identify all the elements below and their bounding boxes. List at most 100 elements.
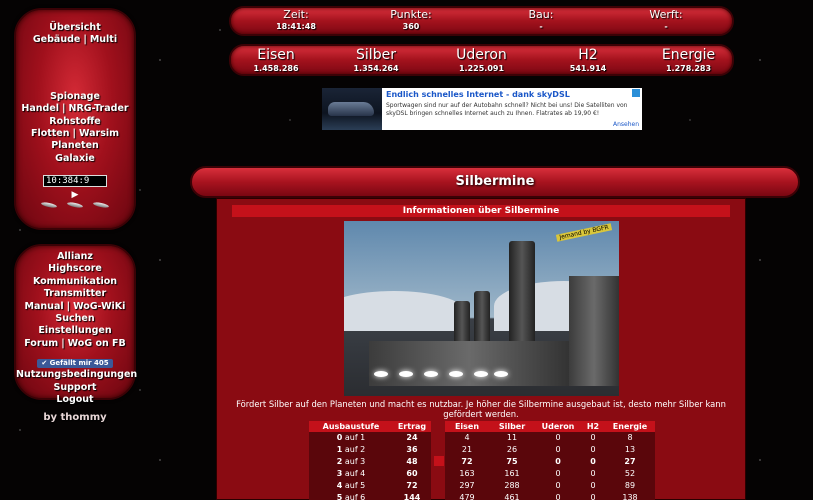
yield-cell: 144 bbox=[393, 492, 431, 500]
uderon-value: 1.225.091 bbox=[458, 64, 505, 73]
cost-cell: 8 bbox=[605, 432, 655, 444]
nav-highscore[interactable]: Highscore bbox=[16, 263, 134, 275]
energie-value: 1.278.283 bbox=[665, 64, 712, 73]
cost-cell: 297 bbox=[445, 480, 489, 492]
nav-support[interactable]: Support bbox=[16, 382, 134, 394]
punkte-value: 360 bbox=[402, 22, 420, 31]
scene-lamp bbox=[448, 371, 463, 377]
silber-value: 1.354.264 bbox=[353, 64, 399, 73]
nav-planeten[interactable]: Planeten bbox=[16, 140, 134, 152]
level-cell: 5 auf 6 bbox=[309, 492, 393, 500]
level-cell: 2 auf 3 bbox=[309, 456, 393, 468]
separator: | bbox=[62, 103, 66, 115]
werft-label: Werft: bbox=[649, 8, 683, 21]
current-level-marker bbox=[434, 456, 444, 466]
cost-cell: 52 bbox=[605, 468, 655, 480]
separator: | bbox=[72, 128, 76, 140]
stat-punkte: Punkte: 360 bbox=[376, 9, 446, 32]
ad-image[interactable] bbox=[322, 88, 382, 130]
nav-flotten[interactable]: Flotten bbox=[31, 128, 70, 139]
nav-logout[interactable]: Logout bbox=[16, 394, 134, 406]
bau-value: - bbox=[539, 22, 543, 31]
nav-multi[interactable]: Multi bbox=[90, 34, 117, 45]
yield-cell: 60 bbox=[393, 468, 431, 480]
eisen-label: Eisen bbox=[257, 47, 295, 63]
ad-close-icon[interactable] bbox=[632, 89, 640, 97]
server-clock: 10:384:9 bbox=[43, 175, 107, 188]
table-row: 5 auf 6 144 bbox=[309, 492, 431, 500]
nav-rohstoffe[interactable]: Rohstoffe bbox=[16, 116, 134, 128]
nav-suchen[interactable]: Suchen bbox=[16, 313, 134, 325]
nav-nrg-trader[interactable]: NRG-Trader bbox=[69, 103, 129, 114]
nav-row-forum: Forum | WoG on FB bbox=[16, 338, 134, 350]
scene-hill bbox=[343, 291, 464, 331]
resource-uderon: Uderon 1.225.091 bbox=[444, 47, 519, 74]
cost-cell: 138 bbox=[605, 492, 655, 500]
scene-lamp bbox=[398, 371, 413, 377]
col-eisen: Eisen bbox=[445, 421, 489, 432]
yield-cell: 24 bbox=[393, 432, 431, 444]
nav-manual[interactable]: Manual bbox=[25, 301, 64, 312]
nav-spionage[interactable]: Spionage bbox=[16, 91, 134, 103]
cost-cell: 0 bbox=[535, 432, 581, 444]
nav-gebaeude[interactable]: Gebäude bbox=[33, 34, 80, 45]
resource-h2: H2 541.914 bbox=[553, 47, 623, 74]
scene-lamp bbox=[473, 371, 488, 377]
separator: | bbox=[66, 300, 71, 312]
scene-lamp bbox=[423, 371, 438, 377]
ship-icon[interactable] bbox=[92, 201, 110, 209]
table-row: 21 26 0 0 13 bbox=[445, 444, 655, 456]
nav-forum[interactable]: Forum bbox=[24, 338, 58, 349]
nav-warsim[interactable]: Warsim bbox=[79, 128, 119, 139]
nav-row-gebaeude: Gebäude | Multi bbox=[16, 34, 134, 46]
ad-more-link[interactable]: Ansehen bbox=[613, 121, 639, 128]
nav-uebersicht[interactable]: Übersicht bbox=[16, 22, 134, 34]
cost-cell: 0 bbox=[581, 468, 605, 480]
scene-tower bbox=[568, 276, 619, 386]
nav-nutzungsbedingungen[interactable]: Nutzungsbedingungen bbox=[16, 369, 137, 381]
h2-value: 541.914 bbox=[569, 64, 607, 73]
ad-body: Sportwagen sind nur auf der Autobahn sch… bbox=[386, 102, 628, 117]
table-row: 3 auf 4 60 bbox=[309, 468, 431, 480]
cost-cell: 0 bbox=[535, 492, 581, 500]
level-cell: 0 auf 1 bbox=[309, 432, 393, 444]
werft-value: - bbox=[664, 22, 668, 31]
cost-cell: 0 bbox=[535, 444, 581, 456]
cost-cell: 11 bbox=[489, 432, 535, 444]
cost-cell: 0 bbox=[535, 456, 581, 468]
ship-icon[interactable] bbox=[40, 201, 58, 209]
like-label: Gefällt mir 405 bbox=[49, 359, 109, 368]
table-row: 4 auf 5 72 bbox=[309, 480, 431, 492]
stat-zeit: Zeit: 18:41:48 bbox=[261, 9, 331, 32]
nav-handel[interactable]: Handel bbox=[21, 103, 59, 114]
advertisement-banner[interactable]: Endlich schnelles Internet - dank skyDSL… bbox=[322, 88, 642, 130]
play-icon[interactable]: ▶ bbox=[16, 189, 134, 201]
cost-cell: 89 bbox=[605, 480, 655, 492]
cost-cell: 0 bbox=[581, 444, 605, 456]
facebook-like-button[interactable]: ✔ Gefällt mir 405 bbox=[37, 359, 113, 369]
cost-cell: 4 bbox=[445, 432, 489, 444]
cost-table: Eisen Silber Uderon H2 Energie 4 11 0 0 8 21 2… bbox=[445, 421, 655, 500]
nav-einstellungen[interactable]: Einstellungen bbox=[16, 325, 134, 337]
table-row: 0 auf 1 24 bbox=[309, 432, 431, 444]
building-image: Jemand by BGFR bbox=[343, 221, 619, 396]
nav-galaxie[interactable]: Galaxie bbox=[16, 153, 134, 165]
nav-wog-on-fb[interactable]: WoG on FB bbox=[68, 338, 126, 349]
nav-wog-wiki[interactable]: WoG-WiKi bbox=[73, 301, 125, 312]
nav-row-flotten: Flotten | Warsim bbox=[16, 128, 134, 140]
col-ertrag: Ertrag bbox=[393, 421, 431, 432]
nav-allianz[interactable]: Allianz bbox=[16, 251, 134, 263]
status-bar: Zeit: 18:41:48 Punkte: 360 Bau: - Werft:… bbox=[229, 6, 734, 36]
yield-cell: 36 bbox=[393, 444, 431, 456]
ad-title[interactable]: Endlich schnelles Internet - dank skyDSL bbox=[386, 90, 638, 100]
building-description: Fördert Silber auf den Planeten und mach… bbox=[236, 399, 726, 419]
table-row: 72 75 0 0 27 bbox=[445, 456, 655, 468]
nav-row-handel: Handel | NRG-Trader bbox=[16, 103, 134, 115]
nav-kommunikation[interactable]: Kommunikation bbox=[16, 276, 134, 288]
table-row: 4 11 0 0 8 bbox=[445, 432, 655, 444]
cost-cell: 0 bbox=[581, 456, 605, 468]
nav-panel-main: Übersicht Gebäude | Multi Spionage Handel |… bbox=[14, 8, 136, 230]
nav-transmitter[interactable]: Transmitter bbox=[16, 288, 134, 300]
ship-icon[interactable] bbox=[66, 201, 84, 209]
zeit-label: Zeit: bbox=[283, 8, 309, 21]
